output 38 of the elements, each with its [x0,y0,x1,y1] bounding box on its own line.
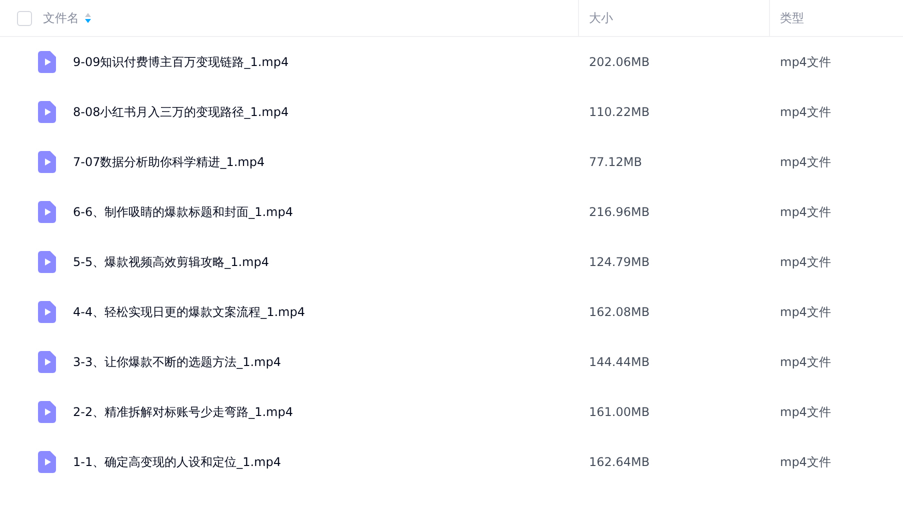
file-type: mp4文件 [779,204,832,220]
file-size: 161.00MB [588,405,651,419]
file-name[interactable]: 5-5、爆款视频高效剪辑攻略_1.mp4 [73,254,269,270]
video-file-icon [38,51,56,73]
file-type: mp4文件 [779,104,832,120]
file-size: 202.06MB [588,55,651,69]
video-file-icon [38,201,56,223]
file-type: mp4文件 [779,354,832,370]
file-name[interactable]: 6-6、制作吸睛的爆款标题和封面_1.mp4 [73,204,293,220]
file-type: mp4文件 [779,254,832,270]
file-size: 144.44MB [588,355,651,369]
file-size: 162.08MB [588,305,651,319]
video-file-icon [38,401,56,423]
video-file-icon [38,451,56,473]
file-name[interactable]: 4-4、轻松实现日更的爆款文案流程_1.mp4 [73,304,305,320]
file-name[interactable]: 9-09知识付费博主百万变现链路_1.mp4 [73,54,289,70]
file-size: 216.96MB [588,205,651,219]
file-type: mp4文件 [779,54,832,70]
sort-icon[interactable] [85,13,91,23]
file-type: mp4文件 [779,454,832,470]
file-name[interactable]: 7-07数据分析助你科学精进_1.mp4 [73,154,265,170]
file-name[interactable]: 8-08小红书月入三万的变现路径_1.mp4 [73,104,289,120]
video-file-icon [38,301,56,323]
file-type: mp4文件 [779,154,832,170]
file-size: 124.79MB [588,255,651,269]
file-size: 110.22MB [588,105,651,119]
file-name[interactable]: 2-2、精准拆解对标账号少走弯路_1.mp4 [73,404,293,420]
file-type: mp4文件 [779,304,832,320]
video-file-icon [38,151,56,173]
video-file-icon [38,251,56,273]
video-file-icon [38,101,56,123]
file-size: 77.12MB [588,155,643,169]
video-file-icon [38,351,56,373]
file-size: 162.64MB [588,455,651,469]
file-name[interactable]: 1-1、确定高变现的人设和定位_1.mp4 [73,454,281,470]
select-all-checkbox[interactable] [17,10,32,26]
file-name[interactable]: 3-3、让你爆款不断的选题方法_1.mp4 [73,354,281,370]
file-type: mp4文件 [779,404,832,420]
